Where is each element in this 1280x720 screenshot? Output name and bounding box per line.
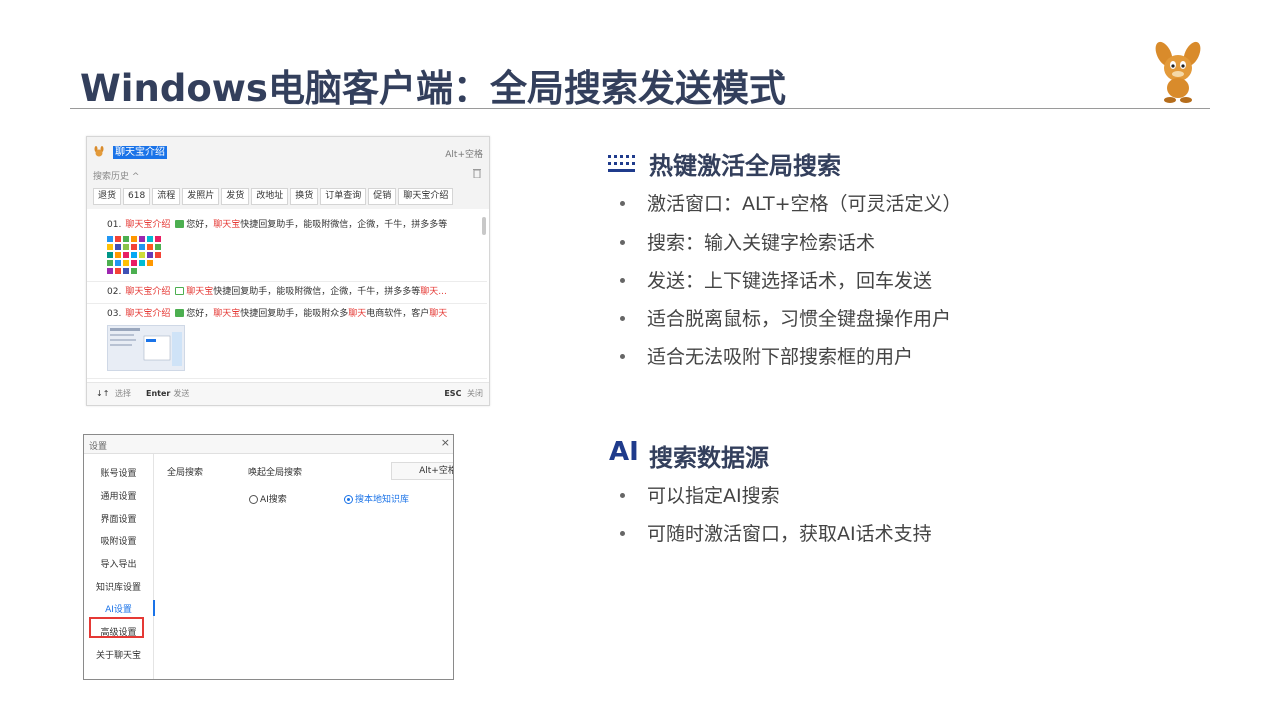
section-heading-hotkey: 热键激活全局搜索 [649,152,841,180]
radio-checked-icon [344,495,353,504]
close-icon[interactable]: × [441,436,450,449]
bullet-dot [620,278,625,283]
folder-icon [175,287,185,295]
title-divider [70,108,1210,109]
sidebar-item-knowledge[interactable]: 知识库设置 [84,580,153,593]
result-divider [87,378,487,379]
settings-titlebar: 设置 × [84,435,453,454]
settings-title: 设置 [89,442,108,452]
bullet-item: 可以指定AI搜索 [620,481,780,508]
wake-label: 唤起全局搜索 [248,468,303,478]
bullet-dot [620,240,625,245]
radio-icon [249,495,258,504]
radio-local-knowledge[interactable]: 搜本地知识库 [344,492,409,505]
history-tag[interactable]: 发货 [221,188,250,205]
shortcut-footer: ↓↑ 选择 Enter 发送 ESC 关闭 [87,382,489,405]
rabbit-mascot-icon [1155,41,1201,103]
result-item[interactable]: 02. 聊天宝介绍 聊天宝快捷回复助手，能吸附微信，企微，千牛，拼多多等聊天... [87,286,487,299]
sidebar-item-ai[interactable]: AI设置 [84,602,153,615]
results-list: 01. 聊天宝介绍 您好，聊天宝快捷回复助手，能吸附微信，企微，千牛，拼多多等 0… [87,213,487,380]
section-label: 全局搜索 [167,468,204,478]
search-history-header: 搜索历史 ^ [87,167,489,185]
image-icon [175,309,185,317]
sidebar-item-general[interactable]: 通用设置 [84,489,153,502]
bullet-item: 适合无法吸附下部搜索框的用户 [620,342,913,369]
sidebar-item-import-export[interactable]: 导入导出 [84,557,153,570]
settings-window-screenshot: 设置 × 账号设置 通用设置 界面设置 吸附设置 导入导出 知识库设置 AI设置… [83,434,454,680]
app-logo-icon [94,146,104,157]
bullet-dot [620,531,625,536]
settings-sidebar: 账号设置 通用设置 界面设置 吸附设置 导入导出 知识库设置 AI设置 高级设置… [84,454,154,679]
history-tag[interactable]: 流程 [152,188,181,205]
sidebar-item-interface[interactable]: 界面设置 [84,512,153,525]
sidebar-item-advanced[interactable]: 高级设置 [84,625,153,638]
search-history-label[interactable]: 搜索历史 ^ [93,169,139,182]
radio-ai-search[interactable]: AI搜索 [249,492,287,505]
history-tag[interactable]: 退货 [93,188,122,205]
history-tag[interactable]: 聊天宝介绍 [398,188,454,205]
bullet-item: 搜索：输入关键字检索话术 [620,228,875,255]
sidebar-item-account[interactable]: 账号设置 [84,466,153,479]
history-tag[interactable]: 换货 [290,188,319,205]
hotkey-hint: Alt+空格 [445,150,483,160]
bullet-item: 适合脱离鼠标，习惯全键盘操作用户 [620,304,951,331]
history-tags: 退货 618 流程 发照片 发货 改地址 换货 订单查询 促销 聊天宝介绍 [87,185,489,209]
history-tag[interactable]: 发照片 [182,188,220,205]
result-item[interactable]: 01. 聊天宝介绍 您好，聊天宝快捷回复助手，能吸附微信，企微，千牛，拼多多等 [87,219,487,232]
result-thumbnail [107,325,185,371]
settings-main: 全局搜索 唤起全局搜索 Alt+空格 AI搜索 搜本地知识库 [154,454,453,679]
result-thumbnail [107,236,161,274]
bullet-dot [620,354,625,359]
bullet-item: 可随时激活窗口，获取AI话术支持 [620,519,932,546]
trash-icon[interactable] [473,168,481,178]
result-item[interactable]: 03. 聊天宝介绍 您好，聊天宝快捷回复助手，能吸附众多聊天电商软件，客户聊天 [87,308,487,321]
history-tag[interactable]: 订单查询 [320,188,367,205]
send-hint: Enter 发送 [146,389,190,398]
page-title: Windows电脑客户端：全局搜索发送模式 [80,67,786,110]
bullet-item: 发送：上下键选择话术，回车发送 [620,266,932,293]
hotkey-input[interactable]: Alt+空格 [391,462,453,480]
section-heading-datasource: 搜索数据源 [649,444,769,472]
search-input[interactable]: 聊天宝介绍 [113,146,167,159]
keyboard-grid-icon [608,155,635,172]
sidebar-item-attach[interactable]: 吸附设置 [84,534,153,547]
bullet-dot [620,201,625,206]
result-divider [87,303,487,304]
bullet-item: 激活窗口：ALT+空格（可灵活定义） [620,189,962,216]
bullet-dot [620,316,625,321]
search-window-screenshot: 聊天宝介绍 Alt+空格 搜索历史 ^ 退货 618 流程 发照片 发货 改地址 换货 订单查… [86,136,490,406]
search-bar: 聊天宝介绍 Alt+空格 [87,137,489,167]
close-hint: ESC 关闭 [444,389,483,398]
result-divider [87,281,487,282]
history-tag[interactable]: 改地址 [251,188,289,205]
sidebar-item-about[interactable]: 关于聊天宝 [84,648,153,661]
bullet-dot [620,493,625,498]
scrollbar[interactable] [482,217,486,235]
ai-icon: AI [609,437,639,467]
image-icon [175,220,185,228]
history-tag[interactable]: 促销 [368,188,397,205]
select-hint: ↓↑ 选择 [96,389,131,398]
history-tag[interactable]: 618 [123,188,151,205]
